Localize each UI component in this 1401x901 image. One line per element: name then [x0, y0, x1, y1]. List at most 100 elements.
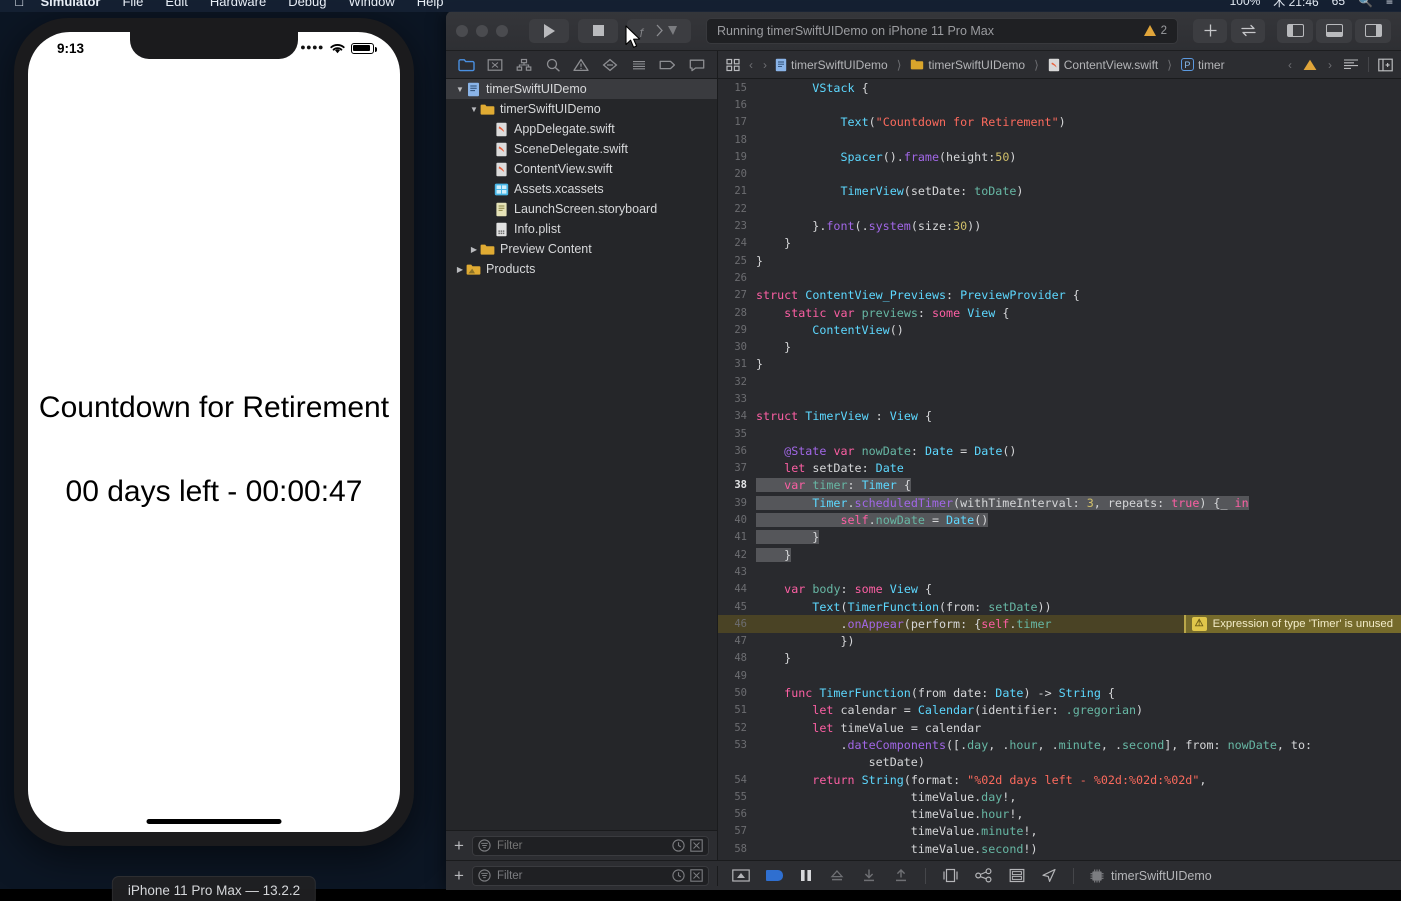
navigator-pane[interactable]: ▼timerSwiftUIDemo▼timerSwiftUIDemo▶AppDe… [446, 51, 718, 860]
code-line[interactable]: 32 [718, 373, 1401, 390]
code-line[interactable]: 25} [718, 252, 1401, 269]
code-text[interactable]: let calendar = Calendar(identifier: .gre… [756, 703, 1401, 717]
xcode-window[interactable]: ƒ Running timerSwiftUIDemo on iPhone 11 … [446, 11, 1401, 890]
code-text[interactable]: return String(format: "%02d days left - … [756, 773, 1401, 787]
tree-item-products[interactable]: ▶ Products [446, 259, 717, 279]
code-text[interactable]: struct ContentView_Previews: PreviewProv… [756, 288, 1401, 302]
process-indicator[interactable]: timerSwiftUIDemo [1090, 869, 1212, 883]
console-toggle-button[interactable] [732, 868, 750, 883]
project-file-tree[interactable]: ▼timerSwiftUIDemo▼timerSwiftUIDemo▶AppDe… [446, 79, 717, 830]
breadcrumb-project[interactable]: timerSwiftUIDemo [775, 58, 888, 72]
menu-item-file[interactable]: File [122, 0, 143, 9]
clock-label[interactable]: 木 21:46 [1273, 0, 1318, 10]
control-center-icon[interactable]: ≡ [1386, 0, 1393, 8]
code-line[interactable]: 42 } [718, 546, 1401, 563]
code-line[interactable]: 16 [718, 96, 1401, 113]
memory-graph-button[interactable] [975, 868, 993, 883]
breakpoint-navigator-tab[interactable] [657, 55, 679, 75]
code-line[interactable]: 58 timeValue.second!) [718, 840, 1401, 857]
code-line[interactable]: 33 [718, 390, 1401, 407]
disclosure-triangle-open-icon[interactable]: ▼ [454, 85, 466, 94]
toggle-inspector-button[interactable] [1355, 18, 1391, 43]
window-traffic-lights[interactable] [456, 24, 508, 37]
spotlight-search-icon[interactable]: 🔍 [1358, 0, 1373, 8]
menu-item-debug[interactable]: Debug [288, 0, 326, 9]
clock-icon[interactable] [672, 839, 685, 852]
jump-bar[interactable]: ‹ › timerSwiftUIDemo ⟩ timerSwiftUIDemo … [718, 51, 1401, 79]
disclosure-triangle-closed-icon[interactable]: ▶ [468, 245, 480, 254]
code-text[interactable]: Timer.scheduledTimer(withTimeInterval: 3… [756, 495, 1401, 510]
code-text[interactable]: var body: some View { [756, 582, 1401, 596]
code-text[interactable]: } [756, 530, 1401, 545]
related-items-icon[interactable] [726, 58, 741, 72]
code-text[interactable]: }.font(.system(size:30)) [756, 219, 1401, 233]
add-file-button[interactable]: + [454, 837, 464, 854]
toggle-debug-area-button[interactable] [1316, 18, 1352, 43]
code-line[interactable]: 50 func TimerFunction(from date: Date) -… [718, 684, 1401, 701]
warning-triangle-icon[interactable] [1303, 59, 1317, 71]
code-line[interactable]: 23 }.font(.system(size:30)) [718, 217, 1401, 234]
disclosure-triangle-open-icon[interactable]: ▼ [468, 105, 480, 114]
issue-navigator-tab[interactable] [570, 55, 592, 75]
source-code-editor[interactable]: 15 VStack {16 17 Text("Countdown for Reti… [718, 79, 1401, 860]
navigator-filter-bar[interactable]: + [446, 830, 717, 860]
code-line[interactable]: 28 static var previews: some View { [718, 304, 1401, 321]
test-navigator-tab[interactable] [599, 55, 621, 75]
code-line[interactable]: 53 .dateComponents([.day, .hour, .minute… [718, 736, 1401, 753]
code-line[interactable]: setDate) [718, 754, 1401, 771]
code-line[interactable]: 18 [718, 131, 1401, 148]
stop-button[interactable] [578, 18, 618, 43]
project-navigator-tab[interactable] [455, 55, 477, 75]
jump-bar-right-controls[interactable]: ‹ › [1286, 57, 1393, 72]
code-line[interactable]: 40 self.nowDate = Date() [718, 511, 1401, 528]
home-indicator[interactable] [146, 819, 282, 824]
add-editor-button[interactable] [1193, 18, 1227, 43]
code-line[interactable]: 38 var timer: Timer { [718, 477, 1401, 494]
code-text[interactable]: timeValue.day!, [756, 790, 1401, 804]
code-line[interactable]: 30 } [718, 338, 1401, 355]
code-line[interactable]: 44 var body: some View { [718, 581, 1401, 598]
code-text[interactable]: var timer: Timer { [756, 478, 1401, 493]
debug-navigator-tab[interactable] [628, 55, 650, 75]
code-line[interactable]: 21 TimerView(setDate: toDate) [718, 183, 1401, 200]
code-line[interactable]: 49 [718, 667, 1401, 684]
filter-input-wrapper[interactable] [471, 835, 709, 856]
code-line[interactable]: 34 struct TimerView : View { [718, 408, 1401, 425]
code-line[interactable]: 36 @State var nowDate: Date = Date() [718, 442, 1401, 459]
disclosure-triangle-closed-icon[interactable]: ▶ [454, 265, 466, 274]
device-screen[interactable]: 9:13 ●●●● Countdown for Retirement 00 da… [28, 32, 400, 832]
filter-input[interactable] [496, 839, 557, 852]
report-navigator-tab[interactable] [686, 55, 708, 75]
next-issue-button[interactable]: › [1326, 58, 1334, 72]
tree-item-launchscreen-storyboard[interactable]: ▶LaunchScreen.storyboard [446, 199, 717, 219]
code-text[interactable]: } [756, 357, 1401, 371]
inline-warning-banner[interactable]: ⚠ Expression of type 'Timer' is unused [1183, 615, 1401, 633]
close-window-button[interactable] [456, 24, 468, 37]
code-line[interactable]: 54 return String(format: "%02d days left… [718, 771, 1401, 788]
step-over-button[interactable] [829, 868, 845, 883]
mac-menu-bar[interactable]:  Simulator File Edit Hardware Debug Win… [0, 0, 1401, 12]
code-line[interactable]: 27 struct ContentView_Previews: PreviewPr… [718, 287, 1401, 304]
code-text[interactable]: timeValue.second!) [756, 842, 1401, 856]
location-simulate-button[interactable] [1041, 868, 1057, 883]
menu-bar-status-items[interactable]: 100% 木 21:46 65 🔍 ≡ [1230, 0, 1393, 12]
view-debugger-button[interactable] [942, 868, 959, 883]
code-text[interactable]: let timeValue = calendar [756, 721, 1401, 735]
tree-item-timerswiftuidemo[interactable]: ▼ timerSwiftUIDemo [446, 99, 717, 119]
code-line[interactable]: 37 let setDate: Date [718, 460, 1401, 477]
code-text[interactable]: self.nowDate = Date() [756, 513, 1401, 528]
code-text[interactable]: } [756, 236, 1401, 250]
code-line[interactable]: 19 Spacer().frame(height:50) [718, 148, 1401, 165]
code-text[interactable]: TimerView(setDate: toDate) [756, 184, 1401, 198]
tree-item-contentview-swift[interactable]: ▶ContentView.swift [446, 159, 717, 179]
code-text[interactable]: }) [756, 634, 1401, 648]
code-text[interactable]: } [756, 547, 1401, 562]
apple-logo-icon[interactable]:  [14, 0, 25, 9]
toolbar-right-controls[interactable] [1193, 18, 1391, 43]
code-text[interactable]: } [756, 254, 1401, 268]
code-line[interactable]: 43 [718, 563, 1401, 580]
xcode-toolbar[interactable]: ƒ Running timerSwiftUIDemo on iPhone 11 … [446, 11, 1401, 51]
code-line[interactable]: 57 timeValue.minute!, [718, 823, 1401, 840]
code-line[interactable]: 22 [718, 200, 1401, 217]
code-text[interactable]: } [756, 651, 1401, 665]
